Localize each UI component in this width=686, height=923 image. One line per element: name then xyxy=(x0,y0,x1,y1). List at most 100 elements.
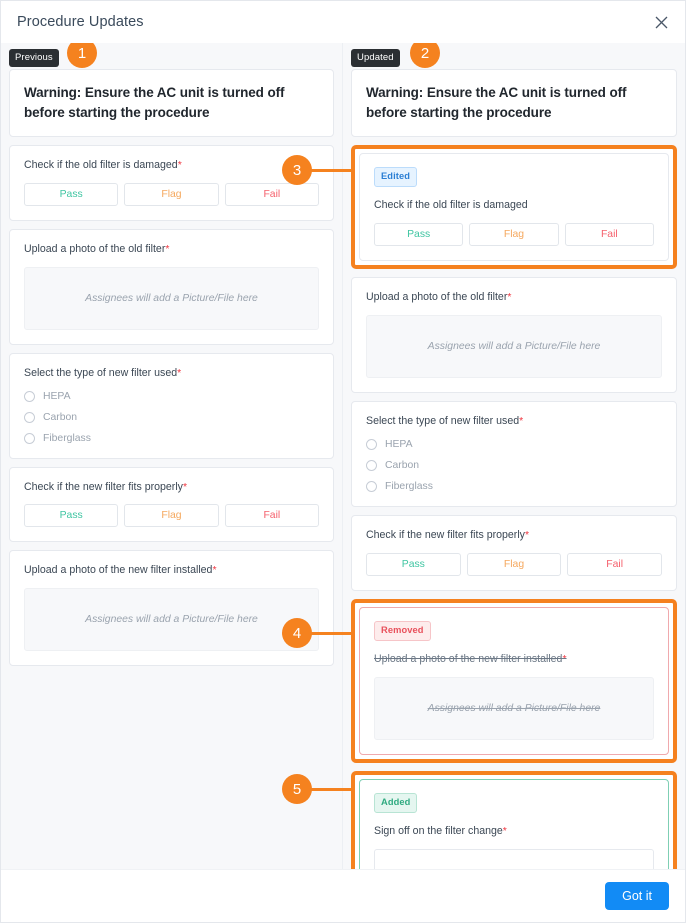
radio-group: HEPA Carbon Fiberglass xyxy=(24,390,319,444)
question-label: Check if the new filter fits properly* xyxy=(366,528,530,541)
previous-question-new-filter-fits: Check if the new filter fits properly* P… xyxy=(9,466,334,543)
leader-line-4 xyxy=(306,632,351,635)
required-asterisk: * xyxy=(165,242,170,255)
radio-label: Carbon xyxy=(43,411,78,423)
flag-button[interactable]: Flag xyxy=(469,223,559,247)
previous-question-filter-type: Select the type of new filter used* HEPA… xyxy=(9,352,334,459)
previous-question-upload-old-filter: Upload a photo of the old filter* Assign… xyxy=(9,228,334,345)
required-asterisk: * xyxy=(177,366,182,379)
radio-label: Fiberglass xyxy=(385,480,433,492)
required-asterisk: * xyxy=(502,825,507,838)
highlight-removed-section: Removed Upload a photo of the new filter… xyxy=(351,598,677,763)
fail-button[interactable]: Fail xyxy=(224,504,319,528)
question-label: Upload a photo of the new filter install… xyxy=(24,564,217,577)
previous-column-header: Previous xyxy=(9,43,334,69)
status-badge-edited: Edited xyxy=(374,167,418,188)
pass-button[interactable]: Pass xyxy=(24,504,119,528)
updated-column-header: Updated xyxy=(351,43,677,69)
required-asterisk: * xyxy=(177,159,182,172)
pass-button[interactable]: Pass xyxy=(366,552,461,576)
question-label: Check if the new filter fits properly* xyxy=(24,480,188,493)
fail-button[interactable]: Fail xyxy=(224,182,319,206)
status-badge-added: Added xyxy=(374,792,418,814)
radio-option-fiberglass[interactable]: Fiberglass xyxy=(366,480,662,492)
radio-circle-icon xyxy=(24,411,35,423)
updated-question-signoff-added: Added Sign off on the filter change* Ass… xyxy=(359,778,669,869)
required-asterisk: * xyxy=(182,480,188,493)
annotation-marker-4: 4 xyxy=(282,618,312,648)
leader-line-3 xyxy=(306,169,351,172)
updated-question-upload-new-filter-removed: Removed Upload a photo of the new filter… xyxy=(359,606,669,755)
updated-tag: Updated xyxy=(351,48,400,68)
radio-circle-icon xyxy=(366,480,377,492)
flag-button[interactable]: Flag xyxy=(124,504,219,528)
required-asterisk: * xyxy=(524,528,530,541)
highlight-added-section: Added Sign off on the filter change* Ass… xyxy=(351,770,677,869)
required-asterisk: * xyxy=(212,564,217,577)
flag-button[interactable]: Flag xyxy=(466,552,562,576)
radio-circle-icon xyxy=(24,390,35,402)
upload-placeholder: Assignees will add a Picture/File here xyxy=(427,341,601,353)
question-label: Check if the old filter is damaged xyxy=(374,199,528,212)
file-upload-dropzone: Assignees will add a Picture/File here xyxy=(374,676,654,740)
radio-label: HEPA xyxy=(43,390,71,402)
close-icon[interactable] xyxy=(651,12,671,32)
updated-question-filter-type: Select the type of new filter used* HEPA… xyxy=(351,401,677,507)
radio-circle-icon xyxy=(366,438,377,450)
file-upload-dropzone[interactable]: Assignees will add a Picture/File here xyxy=(24,266,319,330)
modal-body: Previous Warning: Ensure the AC unit is … xyxy=(1,43,685,869)
previous-warning-card: Warning: Ensure the AC unit is turned of… xyxy=(9,69,334,138)
required-asterisk: * xyxy=(562,653,567,666)
updated-warning-card: Warning: Ensure the AC unit is turned of… xyxy=(351,69,677,138)
page-title: Procedure Updates xyxy=(17,14,144,30)
previous-tag: Previous xyxy=(9,48,59,68)
upload-placeholder: Assignees will add a Picture/File here xyxy=(85,614,258,626)
radio-circle-icon xyxy=(366,459,377,471)
updated-question-old-filter-damaged: Edited Check if the old filter is damage… xyxy=(359,153,669,262)
required-asterisk: * xyxy=(507,291,512,304)
question-label: Upload a photo of the new filter install… xyxy=(374,653,567,666)
updated-question-new-filter-fits: Check if the new filter fits properly* P… xyxy=(351,514,677,591)
radio-label: Carbon xyxy=(385,459,420,471)
modal-header: Procedure Updates xyxy=(1,1,685,43)
got-it-button[interactable]: Got it xyxy=(605,882,669,910)
required-asterisk: * xyxy=(519,415,524,428)
radio-group: HEPA Carbon Fiberglass xyxy=(366,438,662,492)
updated-question-upload-old-filter: Upload a photo of the old filter* Assign… xyxy=(351,277,677,394)
radio-option-carbon[interactable]: Carbon xyxy=(24,411,319,423)
radio-option-hepa[interactable]: HEPA xyxy=(24,390,319,402)
modal-footer: Got it xyxy=(1,869,685,922)
radio-label: Fiberglass xyxy=(43,432,91,444)
warning-text: Warning: Ensure the AC unit is turned of… xyxy=(366,85,627,120)
radio-option-fiberglass[interactable]: Fiberglass xyxy=(24,432,319,444)
radio-circle-icon xyxy=(24,432,35,444)
fail-button[interactable]: Fail xyxy=(564,223,654,247)
procedure-updates-modal: Procedure Updates Previous Warning: Ensu… xyxy=(0,0,686,923)
radio-option-carbon[interactable]: Carbon xyxy=(366,459,662,471)
signature-pad[interactable]: Assignees will sign here xyxy=(374,848,654,869)
question-label: Sign off on the filter change* xyxy=(374,825,507,838)
annotation-marker-3: 3 xyxy=(282,155,312,185)
file-upload-dropzone[interactable]: Assignees will add a Picture/File here xyxy=(366,315,662,379)
radio-label: HEPA xyxy=(385,438,413,450)
fail-button[interactable]: Fail xyxy=(567,552,663,576)
flag-button[interactable]: Flag xyxy=(124,182,219,206)
response-button-group: Pass Flag Fail xyxy=(366,552,663,576)
radio-option-hepa[interactable]: HEPA xyxy=(366,438,662,450)
annotation-marker-5: 5 xyxy=(282,774,312,804)
question-label: Upload a photo of the old filter* xyxy=(366,291,512,304)
updated-column: Updated Warning: Ensure the AC unit is t… xyxy=(343,43,685,869)
warning-text: Warning: Ensure the AC unit is turned of… xyxy=(24,85,285,120)
previous-question-old-filter-damaged: Check if the old filter is damaged* Pass… xyxy=(9,145,334,221)
question-label: Upload a photo of the old filter* xyxy=(24,242,170,255)
upload-placeholder: Assignees will add a Picture/File here xyxy=(85,292,258,304)
status-badge-removed: Removed xyxy=(374,620,431,642)
upload-placeholder: Assignees will add a Picture/File here xyxy=(427,702,601,714)
response-button-group: Pass Flag Fail xyxy=(24,504,319,528)
response-button-group: Pass Flag Fail xyxy=(374,223,654,247)
highlight-edited-section: Edited Check if the old filter is damage… xyxy=(351,145,677,270)
pass-button[interactable]: Pass xyxy=(24,182,119,206)
previous-question-upload-new-filter: Upload a photo of the new filter install… xyxy=(9,550,334,667)
pass-button[interactable]: Pass xyxy=(374,223,464,247)
file-upload-dropzone[interactable]: Assignees will add a Picture/File here xyxy=(24,588,319,652)
